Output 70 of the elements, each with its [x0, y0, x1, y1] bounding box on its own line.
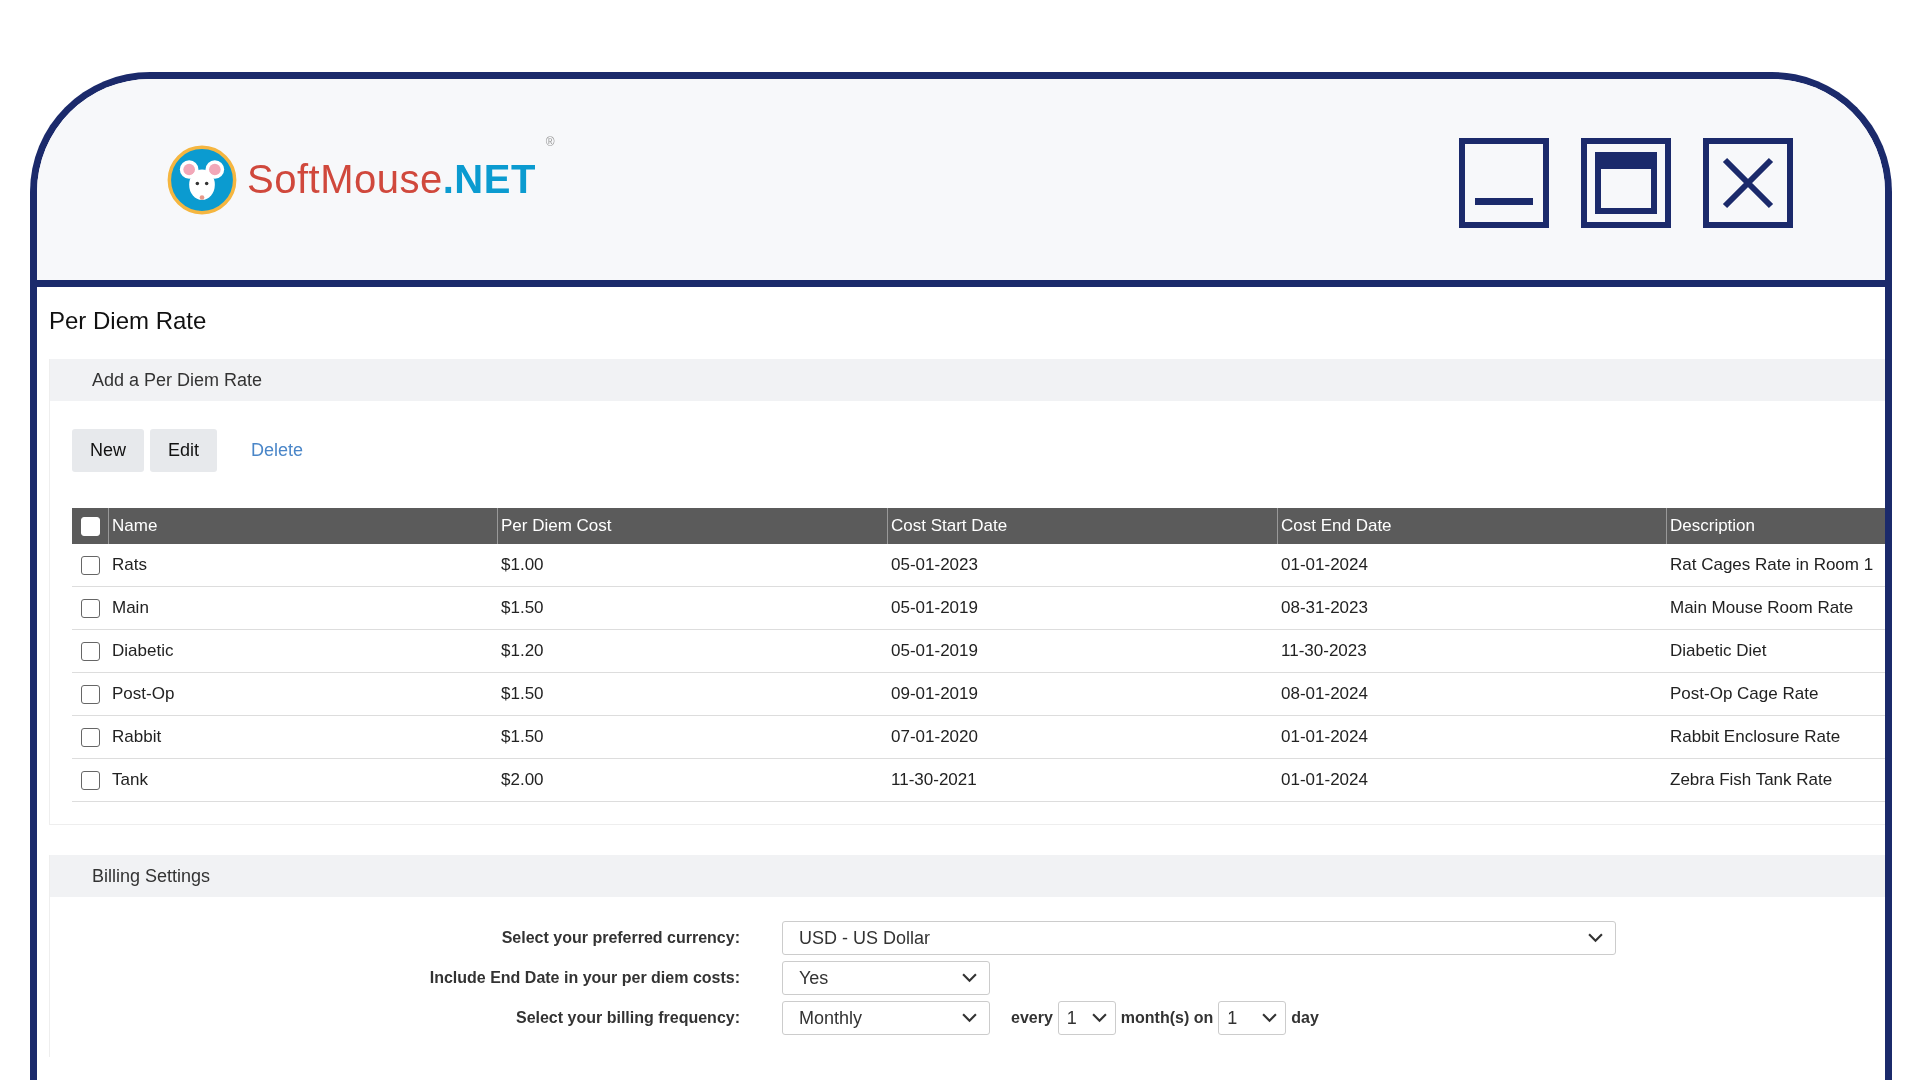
table-cell-text: Main Mouse Room Rate	[1669, 598, 1855, 618]
table-cell-text: $1.20	[500, 641, 545, 661]
currency-dropdown[interactable]: USD - US Dollar	[782, 921, 1616, 955]
chevron-down-icon	[962, 1013, 977, 1023]
column-header[interactable]: Cost End Date	[1277, 508, 1666, 544]
section-title: Billing Settings	[92, 865, 211, 887]
table-cell-text: $2.00	[500, 770, 545, 790]
table-cell-text: Post-Op	[111, 684, 176, 704]
maximize-icon[interactable]	[1581, 137, 1671, 228]
months-label: month(s) on	[1120, 1009, 1214, 1027]
table-cell-text: Rabbit Enclosure Rate	[1669, 727, 1842, 747]
table-cell-text: Zebra Fish Tank Rate	[1669, 770, 1834, 790]
table-cell-text: 01-01-2024	[1280, 727, 1369, 747]
page-title: Per Diem Rate	[49, 307, 208, 335]
row-checkbox[interactable]	[80, 555, 100, 575]
day-label: day	[1291, 1009, 1319, 1027]
table-cell-text: 07-01-2020	[890, 727, 979, 747]
column-header[interactable]: Per Diem Cost	[497, 508, 887, 544]
mouse-logo-icon	[167, 144, 237, 215]
table-cell-text: $1.50	[500, 684, 545, 704]
row-checkbox[interactable]	[80, 770, 100, 790]
chevron-down-icon	[962, 973, 977, 983]
logo-text: SoftMouse.NET	[247, 157, 536, 202]
toolbar-button[interactable]: New	[72, 429, 144, 472]
delete-link[interactable]: Delete	[251, 440, 304, 461]
close-icon[interactable]	[1703, 137, 1793, 228]
table-cell-text: $1.50	[500, 598, 545, 618]
day-dropdown[interactable]: 1	[1218, 1001, 1287, 1035]
table-cell-text: 05-01-2023	[890, 555, 979, 575]
toolbar-button[interactable]: Edit	[150, 429, 218, 472]
row-checkbox[interactable]	[80, 641, 100, 661]
table-cell-text: Diabetic	[111, 641, 175, 661]
select-all-checkbox[interactable]	[80, 516, 100, 536]
table-cell-text: Rats	[111, 555, 148, 575]
table-cell-text: 05-01-2019	[890, 598, 979, 618]
minimize-icon[interactable]	[1459, 137, 1549, 228]
interval-dropdown[interactable]: 1	[1057, 1001, 1116, 1035]
field-label: Select your billing frequency:	[514, 1009, 740, 1027]
table-cell-text: 11-30-2021	[890, 770, 978, 790]
chevron-down-icon	[1588, 933, 1603, 943]
table-cell-text: 09-01-2019	[890, 684, 979, 704]
table-cell-text: 01-01-2024	[1280, 770, 1369, 790]
table-cell-text: $1.00	[500, 555, 545, 575]
table-cell-text: 08-01-2024	[1280, 684, 1369, 704]
table-cell-text: Tank	[111, 770, 149, 790]
table-cell-text: 11-30-2023	[1280, 641, 1368, 661]
field-label: Select your preferred currency:	[500, 929, 740, 947]
registered-mark: ®	[545, 134, 555, 149]
column-header[interactable]: Name	[108, 508, 497, 544]
table-cell-text: 08-31-2023	[1280, 598, 1369, 618]
table-cell-text: Rabbit	[111, 727, 163, 747]
table-cell-text: Rat Cages Rate in Room 1	[1669, 555, 1875, 575]
chevron-down-icon	[1091, 1013, 1107, 1023]
row-checkbox[interactable]	[80, 727, 100, 747]
frequency-dropdown[interactable]: Monthly	[782, 1001, 990, 1035]
every-label: every	[1011, 1009, 1053, 1027]
field-label: Include End Date in your per diem costs:	[428, 969, 740, 987]
chevron-down-icon	[1262, 1013, 1278, 1023]
table-cell-text: Diabetic Diet	[1669, 641, 1768, 661]
table-cell-text: $1.50	[500, 727, 545, 747]
section-title: Add a Per Diem Rate	[92, 369, 263, 391]
table-cell-text: Post-Op Cage Rate	[1669, 684, 1820, 704]
table-cell-text: 01-01-2024	[1280, 555, 1369, 575]
row-checkbox[interactable]	[80, 598, 100, 618]
table-cell-text: Main	[111, 598, 150, 618]
column-header[interactable]: Description	[1666, 508, 1885, 544]
column-header[interactable]: Cost Start Date	[887, 508, 1277, 544]
end-date-dropdown[interactable]: Yes	[782, 961, 990, 995]
row-checkbox[interactable]	[80, 684, 100, 704]
table-cell-text: 05-01-2019	[890, 641, 979, 661]
